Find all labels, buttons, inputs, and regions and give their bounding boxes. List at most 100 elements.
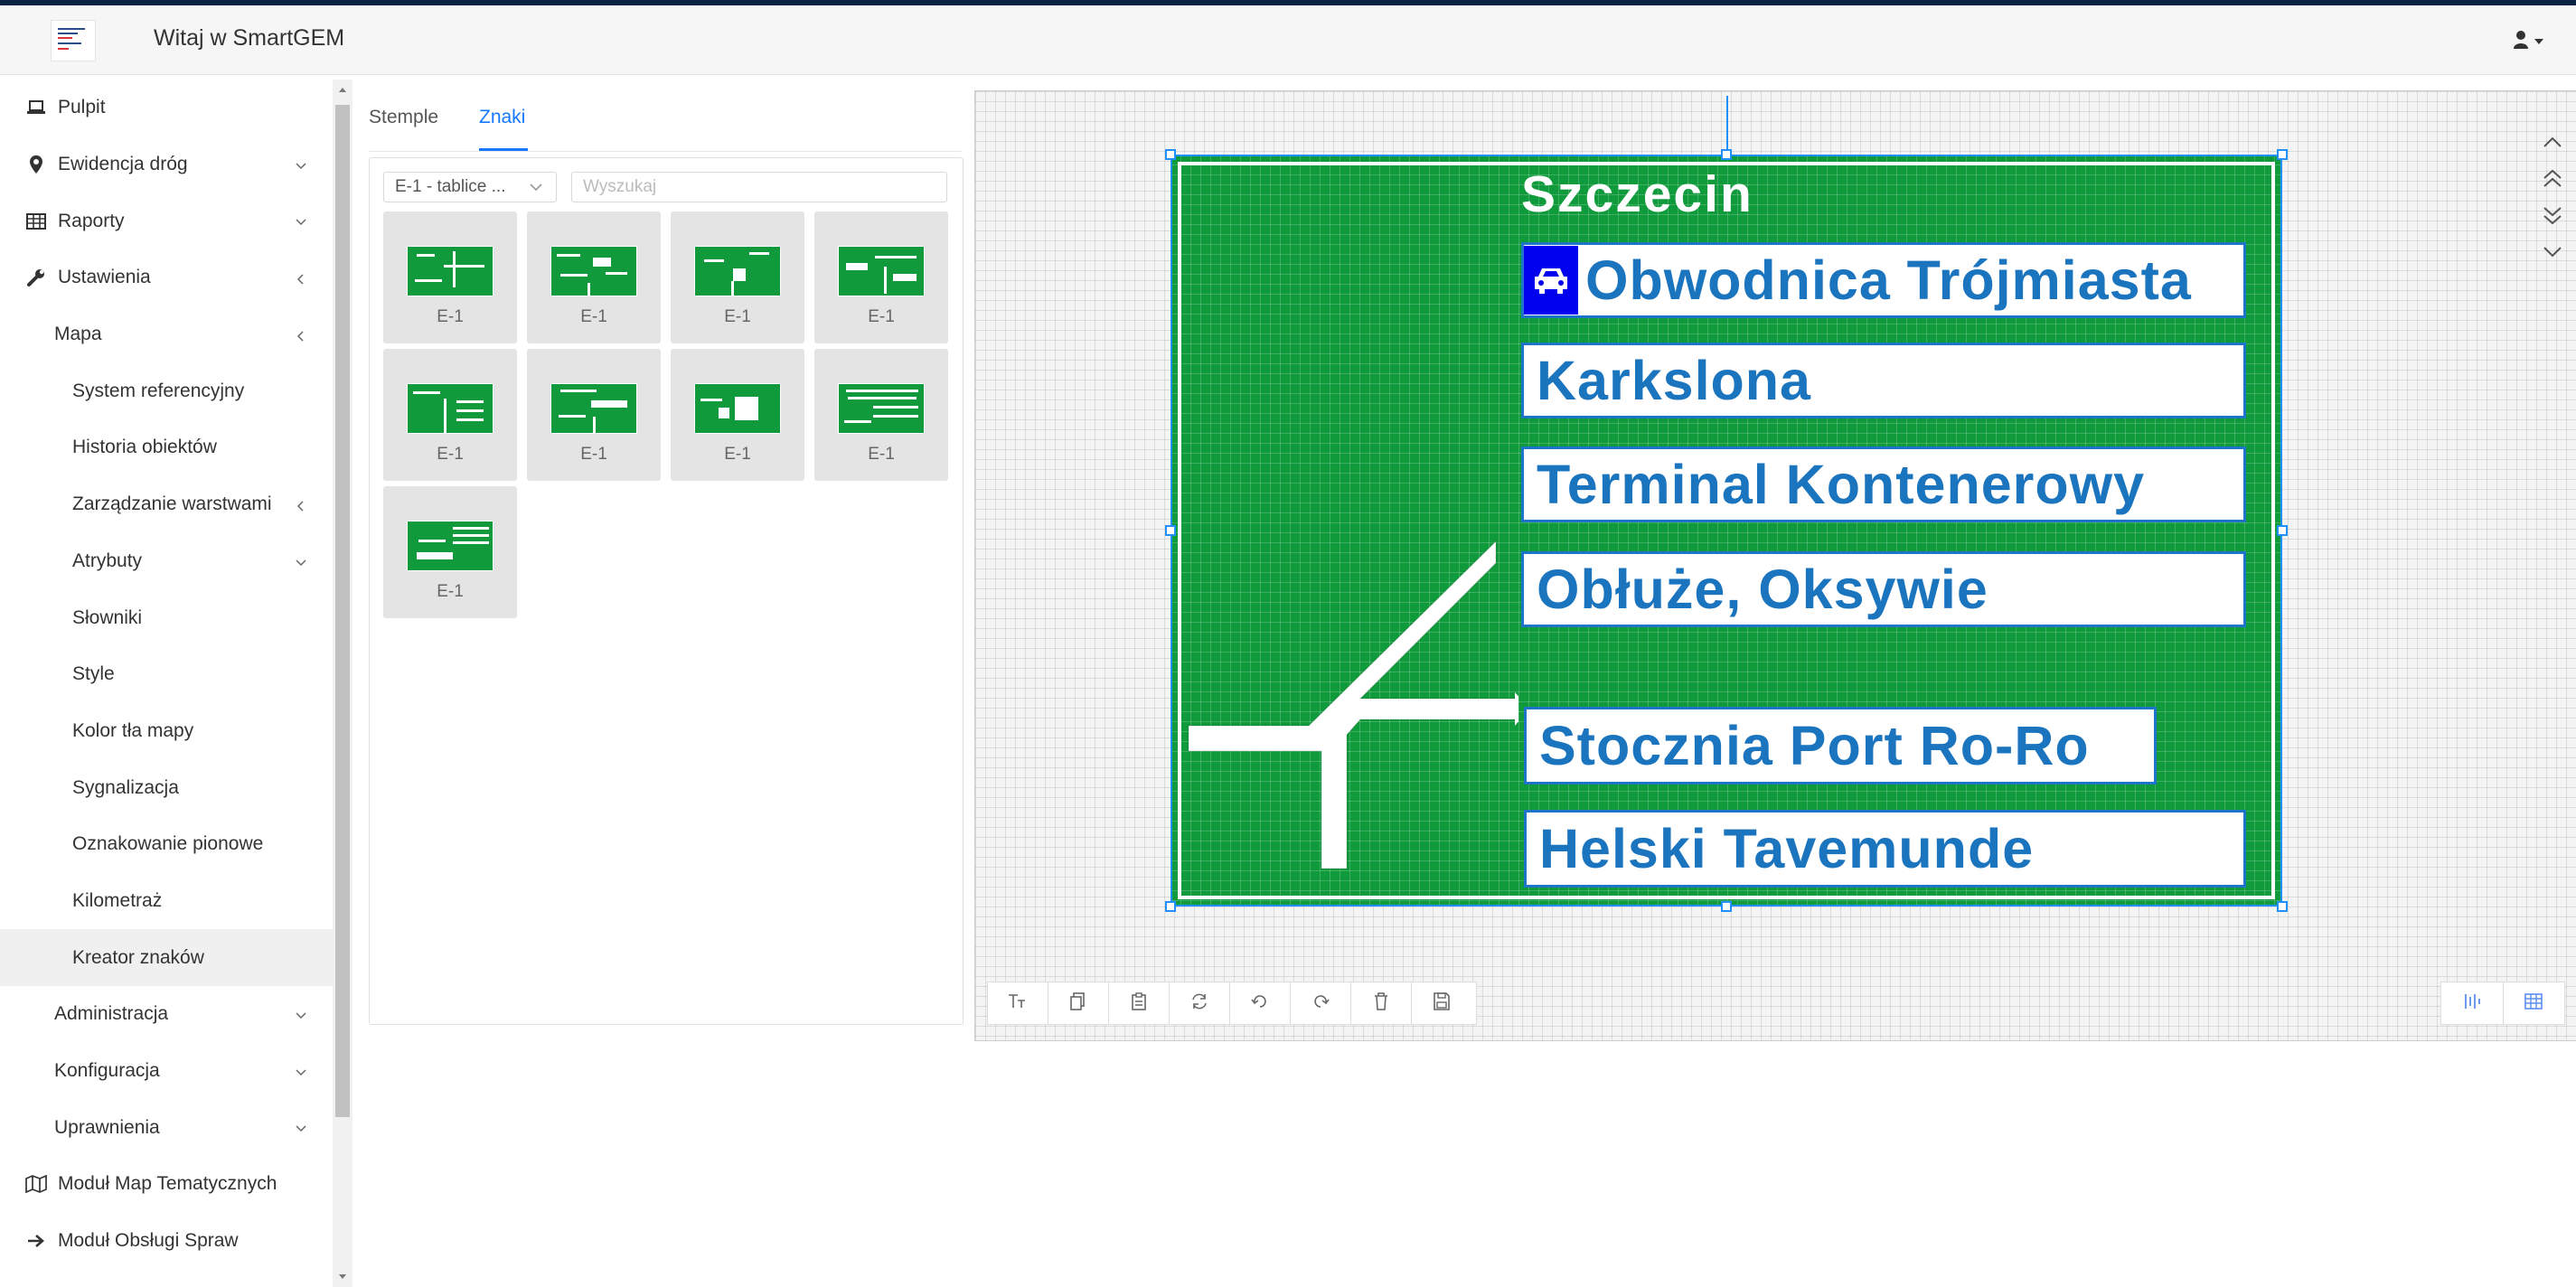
toolbar-redo-button[interactable] <box>1291 982 1351 1024</box>
sidebar-item-label: Mapa <box>54 324 102 345</box>
sign-thumbnail-label: E-1 <box>868 445 895 464</box>
sidebar-item-label: Moduł Obsługi Spraw <box>58 1230 239 1252</box>
tab-znaki[interactable]: Znaki <box>479 107 525 128</box>
toolbar-paste-button[interactable] <box>1109 982 1170 1024</box>
toolbar-save-button[interactable] <box>1412 982 1471 1024</box>
sidebar-item-slowniki[interactable]: Słowniki <box>0 589 333 646</box>
wrench-icon <box>25 267 47 288</box>
sidebar-item-pulpit[interactable]: Pulpit <box>0 80 333 136</box>
resize-handle-sw[interactable] <box>1165 901 1176 912</box>
tab-stemple[interactable]: Stemple <box>369 107 438 128</box>
zoom-top-button[interactable] <box>2536 163 2569 195</box>
scroll-up-arrow-icon[interactable] <box>335 83 350 98</box>
chevron-left-icon <box>295 269 307 285</box>
sign-thumbnail-label: E-1 <box>724 307 751 326</box>
sidebar-item-label: Administracja <box>54 1003 169 1025</box>
sign-category-value: E-1 - tablice ... <box>395 177 506 196</box>
toolbar-undo-button[interactable] <box>1230 982 1291 1024</box>
sign-thumbnail-label: E-1 <box>437 445 464 464</box>
sidebar-item-system-referencyjny[interactable]: System referencyjny <box>0 362 333 419</box>
sidebar-item-oznakowanie-pionowe[interactable]: Oznakowanie pionowe <box>0 816 333 873</box>
scrollbar-thumb[interactable] <box>335 105 350 1117</box>
resize-handle-ne[interactable] <box>2277 149 2288 160</box>
sidebar-item-administracja[interactable]: Administracja <box>0 986 333 1043</box>
sidebar-item-ustawienia[interactable]: Ustawienia <box>0 249 333 306</box>
zoom-step-down-button[interactable] <box>2536 235 2569 268</box>
resize-handle-s[interactable] <box>1721 901 1732 912</box>
sign-thumbnail[interactable]: E-1 <box>671 349 804 481</box>
sidebar-item-historia-obiektow[interactable]: Historia obiektów <box>0 419 333 476</box>
resize-handle-e[interactable] <box>2277 525 2288 536</box>
chevron-up-icon <box>2543 136 2562 147</box>
sign-thumbnail-label: E-1 <box>868 307 895 326</box>
selection-frame <box>1170 155 2282 907</box>
sign-category-select[interactable]: E-1 - tablice ... <box>383 172 557 202</box>
sidebar-item-modul-map-tematycznych[interactable]: Moduł Map Tematycznych <box>0 1156 333 1213</box>
view-align-vertical-button[interactable] <box>2441 982 2504 1024</box>
sidebar-item-uprawnienia[interactable]: Uprawnienia <box>0 1099 333 1156</box>
sign-thumbnail[interactable]: E-1 <box>527 211 661 343</box>
app-logo <box>51 20 96 61</box>
sign-thumbnail[interactable]: E-1 <box>383 211 517 343</box>
sidebar-item-sygnalizacja[interactable]: Sygnalizacja <box>0 759 333 816</box>
sidebar-item-kilometraz[interactable]: Kilometraż <box>0 873 333 930</box>
sign-thumbnail-label: E-1 <box>580 307 607 326</box>
sidebar-item-label: Atrybuty <box>72 550 143 571</box>
sign-thumbnail[interactable]: E-1 <box>527 349 661 481</box>
sign-search-input[interactable] <box>571 172 947 202</box>
sign-thumbnail[interactable]: E-1 <box>814 349 948 481</box>
user-menu-button[interactable] <box>2513 29 2549 52</box>
sidebar-item-kolor-tla-mapy[interactable]: Kolor tła mapy <box>0 703 333 760</box>
text-size-icon <box>1007 991 1029 1016</box>
sidebar-item-label: Historia obiektów <box>72 437 217 458</box>
sidebar-item-konfiguracja[interactable]: Konfiguracja <box>0 1043 333 1100</box>
resize-handle-nw[interactable] <box>1165 149 1176 160</box>
map-marker-icon <box>25 154 47 175</box>
sign-thumbnail[interactable]: E-1 <box>671 211 804 343</box>
sidebar-item-raporty[interactable]: Raporty <box>0 193 333 249</box>
sidebar-item-mapa[interactable]: Mapa <box>0 306 333 363</box>
resize-handle-n[interactable] <box>1721 149 1732 160</box>
sidebar-item-label: Kilometraż <box>72 889 163 911</box>
table-icon <box>25 211 47 232</box>
sign-thumbnail[interactable]: E-1 <box>814 211 948 343</box>
sidebar-item-atrybuty[interactable]: Atrybuty <box>0 533 333 590</box>
chevron-left-icon <box>295 496 307 512</box>
sidebar-item-style[interactable]: Style <box>0 646 333 703</box>
sign-thumbnail-preview <box>407 521 494 571</box>
chevron-down-icon <box>295 212 307 226</box>
sidebar-scrollbar[interactable] <box>333 80 353 1287</box>
sign-thumbnail[interactable]: E-1 <box>383 349 517 481</box>
sidebar-item-label: Moduł Map Tematycznych <box>58 1173 277 1195</box>
sign-thumbnail-label: E-1 <box>437 582 464 601</box>
sign-thumbnail[interactable]: E-1 <box>383 486 517 618</box>
map-icon <box>25 1173 47 1195</box>
zoom-bottom-button[interactable] <box>2536 199 2569 231</box>
align-vertical-icon <box>2462 991 2482 1016</box>
sidebar-nav: Pulpit Ewidencja dróg Raporty Ustawienia Map… <box>0 80 333 1287</box>
sign-thumbnail-label: E-1 <box>724 445 751 464</box>
toolbar-refresh-button[interactable] <box>1170 982 1230 1024</box>
sidebar-item-kreator-znakow[interactable]: Kreator znaków <box>0 929 333 986</box>
chevron-down-icon <box>295 553 307 566</box>
toolbar-trash-button[interactable] <box>1351 982 1412 1024</box>
resize-handle-w[interactable] <box>1165 525 1176 536</box>
sidebar-item-ewidencja-drog[interactable]: Ewidencja dróg <box>0 136 333 193</box>
paste-icon <box>1130 991 1148 1016</box>
sidebar-item-label: Raporty <box>58 210 125 231</box>
sidebar-item-modul-obslugi-spraw[interactable]: Moduł Obsługi Spraw <box>0 1213 333 1270</box>
sidebar-item-label: Ewidencja dróg <box>58 154 188 175</box>
resize-handle-se[interactable] <box>2277 901 2288 912</box>
chevron-down-icon <box>2543 247 2562 258</box>
view-grid-button[interactable] <box>2504 982 2565 1024</box>
grid-icon <box>2524 992 2543 1015</box>
toolbar-text-size-button[interactable] <box>988 982 1048 1024</box>
chevron-left-icon <box>295 326 307 342</box>
sidebar-item-zarzadzanie-warstwami[interactable]: Zarządzanie warstwami <box>0 476 333 533</box>
toolbar-copy-button[interactable] <box>1048 982 1109 1024</box>
sidebar-item-label: Kreator znaków <box>72 946 204 968</box>
scroll-down-arrow-icon[interactable] <box>335 1269 350 1283</box>
sign-thumbnail-preview <box>694 383 781 434</box>
sign-thumbnail-label: E-1 <box>580 445 607 464</box>
zoom-step-up-button[interactable] <box>2536 127 2569 159</box>
